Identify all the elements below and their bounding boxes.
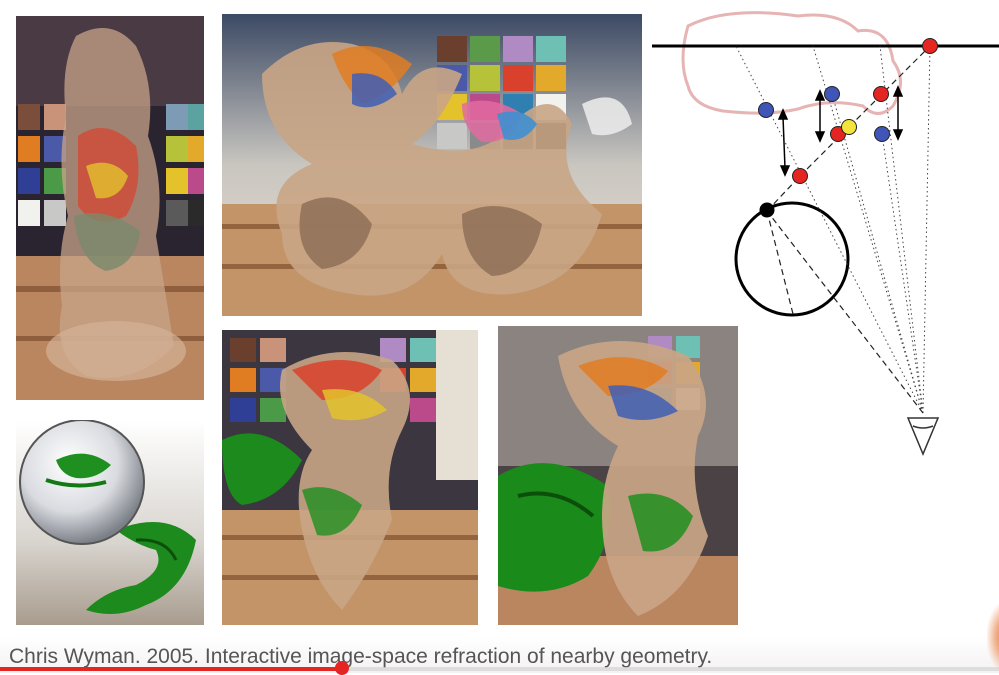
sample-point-yellow bbox=[841, 119, 857, 135]
refractor-sphere bbox=[734, 201, 850, 317]
sample-point-blue bbox=[874, 126, 890, 142]
render-glass-bust-image bbox=[16, 16, 204, 400]
citation-caption: Chris Wyman. 2005. Interactive image-spa… bbox=[9, 645, 713, 668]
sample-point-red bbox=[922, 38, 938, 54]
sample-point-blue bbox=[824, 86, 840, 102]
edge-decoration bbox=[987, 602, 999, 672]
render-glass-dragon-green-image bbox=[222, 330, 478, 625]
scene-geometry-outline bbox=[681, 11, 902, 115]
refraction-diagram bbox=[648, 6, 999, 466]
render-glass-sphere-image bbox=[16, 420, 204, 625]
render-glass-dragon-image bbox=[222, 14, 642, 316]
video-progress-bar[interactable] bbox=[0, 667, 999, 671]
sphere-intersection-point bbox=[759, 202, 775, 218]
sample-point-red bbox=[873, 86, 889, 102]
sample-point-red bbox=[792, 168, 808, 184]
sample-point-blue bbox=[758, 102, 774, 118]
eye-icon bbox=[906, 417, 940, 456]
video-progress-fill bbox=[0, 667, 342, 671]
